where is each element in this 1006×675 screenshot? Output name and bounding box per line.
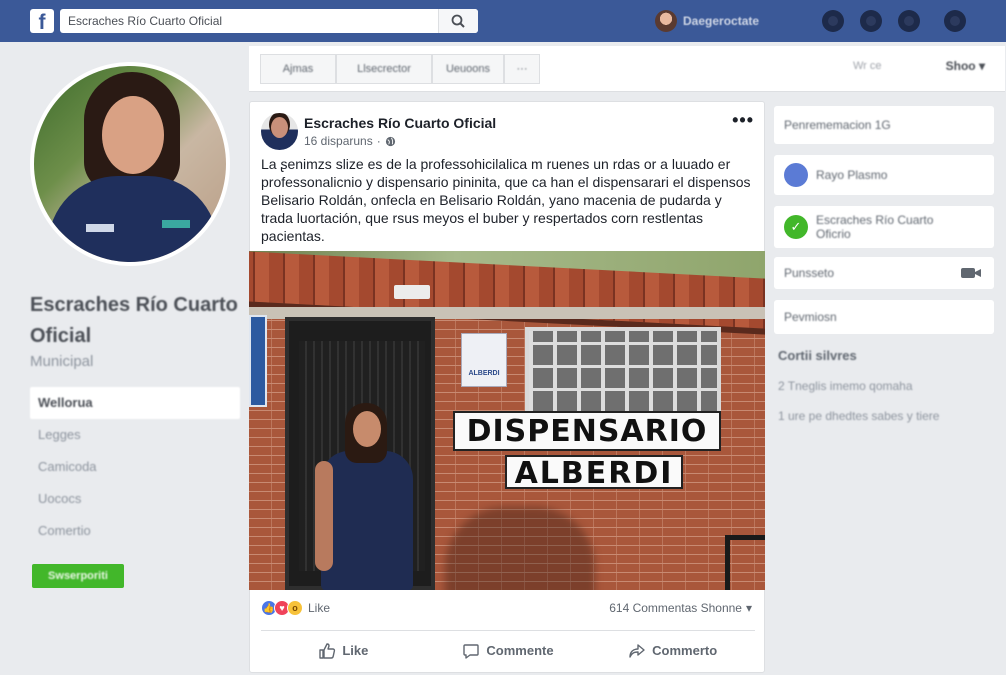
comments-shares-count[interactable]: 614 Commentas Shonne ▾ bbox=[609, 601, 752, 615]
share-button[interactable]: Ueuoons bbox=[432, 54, 504, 84]
nav-item-home[interactable]: Wellorua bbox=[30, 387, 240, 419]
person-in-photo bbox=[321, 451, 413, 590]
right-section-title: Cortii silvres bbox=[778, 348, 857, 363]
post-timestamp[interactable]: 16 disparuns bbox=[304, 134, 373, 148]
promote-button-label: Swserporiti bbox=[48, 570, 108, 582]
show-label: Shoo bbox=[945, 59, 976, 73]
nav-item-3[interactable]: Camicoda bbox=[30, 451, 240, 483]
right-box-verified-page[interactable]: ✓ Escraches Río Cuarto Oficrio bbox=[774, 206, 994, 248]
checkmark-icon: ✓ bbox=[784, 215, 808, 239]
help-icon[interactable] bbox=[944, 10, 966, 32]
share-post-button[interactable]: Commerto bbox=[590, 631, 755, 670]
action-bar-status: Wr ce bbox=[853, 60, 882, 72]
right-box-verified-text: Escraches Río Cuarto Oficrio bbox=[816, 213, 934, 241]
reaction-summary[interactable]: 👍 ♥ o Like bbox=[261, 600, 330, 616]
top-navigation-bar: f Daegeroctate bbox=[0, 0, 1006, 42]
page-nav: Wellorua Legges Camicoda Uococs Comertio bbox=[30, 387, 240, 547]
dispensario-sign: DISPENSARIO bbox=[453, 411, 721, 451]
nav-item-2[interactable]: Legges bbox=[30, 419, 240, 451]
right-box-rayo[interactable]: Rayo Plasmo bbox=[774, 155, 994, 195]
thumbs-up-icon bbox=[319, 642, 336, 659]
show-dropdown[interactable]: Shoo ▾ bbox=[946, 59, 985, 73]
post-actions-bar: Like Commente Commerto bbox=[261, 630, 755, 670]
right-box-post[interactable]: Punsseto bbox=[774, 257, 994, 289]
more-options-button[interactable]: ··· bbox=[504, 54, 540, 84]
nav-item-4[interactable]: Uococs bbox=[30, 483, 240, 515]
post-card: Escraches Río Cuarto Oficial 16 disparun… bbox=[249, 101, 765, 673]
like-button-label: Like bbox=[342, 643, 369, 658]
comments-count-text: 614 Commentas Shonne bbox=[609, 601, 742, 615]
notifications-icon[interactable] bbox=[898, 10, 920, 32]
right-section-line-2[interactable]: 1 ure pe dhedtes sabes y tiere bbox=[778, 409, 939, 423]
post-text: La ʂenimzs slize es de la professohicila… bbox=[261, 156, 751, 244]
comment-button-label: Commente bbox=[486, 643, 554, 658]
user-name: Daegeroctate bbox=[683, 14, 760, 28]
post-more-options-icon[interactable]: ••• bbox=[732, 110, 754, 131]
page-profile-picture[interactable] bbox=[30, 62, 230, 266]
wall-lamp bbox=[394, 285, 430, 299]
video-camera-icon bbox=[961, 268, 981, 278]
blue-sign bbox=[249, 315, 267, 407]
like-page-label: Ajmas bbox=[282, 63, 314, 75]
more-options-label: ··· bbox=[516, 63, 528, 75]
user-avatar bbox=[655, 10, 677, 32]
post-meta: 16 disparuns · bbox=[304, 134, 396, 148]
barred-window bbox=[525, 327, 721, 415]
page-action-bar: Ajmas Llsecrector Ueuoons ··· Wr ce Shoo… bbox=[249, 46, 1005, 92]
search-button[interactable] bbox=[438, 9, 478, 33]
handrail bbox=[725, 535, 765, 590]
right-box-post-text: Punsseto bbox=[784, 266, 835, 280]
page-avatar-icon bbox=[784, 163, 808, 187]
follow-button[interactable]: Llsecrector bbox=[336, 54, 432, 84]
right-section-line-1[interactable]: 2 Tneglis imemo qomaha bbox=[778, 379, 913, 393]
caret-down-icon: ▾ bbox=[745, 601, 752, 615]
messages-icon[interactable] bbox=[860, 10, 882, 32]
search-icon bbox=[451, 14, 465, 28]
promote-button[interactable]: Swserporiti bbox=[32, 564, 124, 588]
share-label: Ueuoons bbox=[445, 63, 491, 75]
globe-icon bbox=[385, 136, 395, 146]
right-box-permissions-text: Pevmiosn bbox=[784, 310, 837, 324]
right-box-page-info-text: Penrememacion 1G bbox=[784, 118, 891, 132]
post-author-avatar[interactable] bbox=[261, 113, 298, 150]
right-box-page-info[interactable]: Penrememacion 1G bbox=[774, 106, 994, 144]
search-box[interactable] bbox=[60, 9, 478, 33]
page-name[interactable]: Escraches Río Cuarto Oficial bbox=[30, 290, 240, 352]
alberdi-sign: ALBERDI bbox=[505, 455, 683, 490]
nav-item-5[interactable]: Comertio bbox=[30, 515, 240, 547]
share-button-label: Commerto bbox=[652, 643, 718, 658]
post-photo[interactable]: ALBERDI DISPENSARIO ALBERDI bbox=[249, 251, 765, 590]
right-box-rayo-text: Rayo Plasmo bbox=[816, 168, 888, 182]
post-author-name[interactable]: Escraches Río Cuarto Oficial bbox=[304, 115, 496, 131]
follow-label: Llsecrector bbox=[357, 63, 411, 75]
wow-reaction-icon: o bbox=[287, 600, 303, 616]
reaction-label: Like bbox=[308, 601, 331, 615]
like-page-button[interactable]: Ajmas bbox=[260, 54, 336, 84]
comment-icon bbox=[463, 643, 480, 659]
comment-button[interactable]: Commente bbox=[426, 631, 591, 670]
page-category: Municipal bbox=[30, 353, 94, 370]
profile-shortcut[interactable]: Daegeroctate bbox=[655, 10, 759, 32]
right-box-permissions[interactable]: Pevmiosn bbox=[774, 300, 994, 334]
share-arrow-icon bbox=[629, 643, 645, 658]
search-input[interactable] bbox=[60, 9, 430, 33]
like-button[interactable]: Like bbox=[261, 631, 426, 670]
caret-down-icon: ▾ bbox=[978, 59, 985, 73]
building-plaque: ALBERDI bbox=[461, 333, 507, 387]
friends-icon[interactable] bbox=[822, 10, 844, 32]
facebook-logo[interactable]: f bbox=[30, 9, 54, 33]
